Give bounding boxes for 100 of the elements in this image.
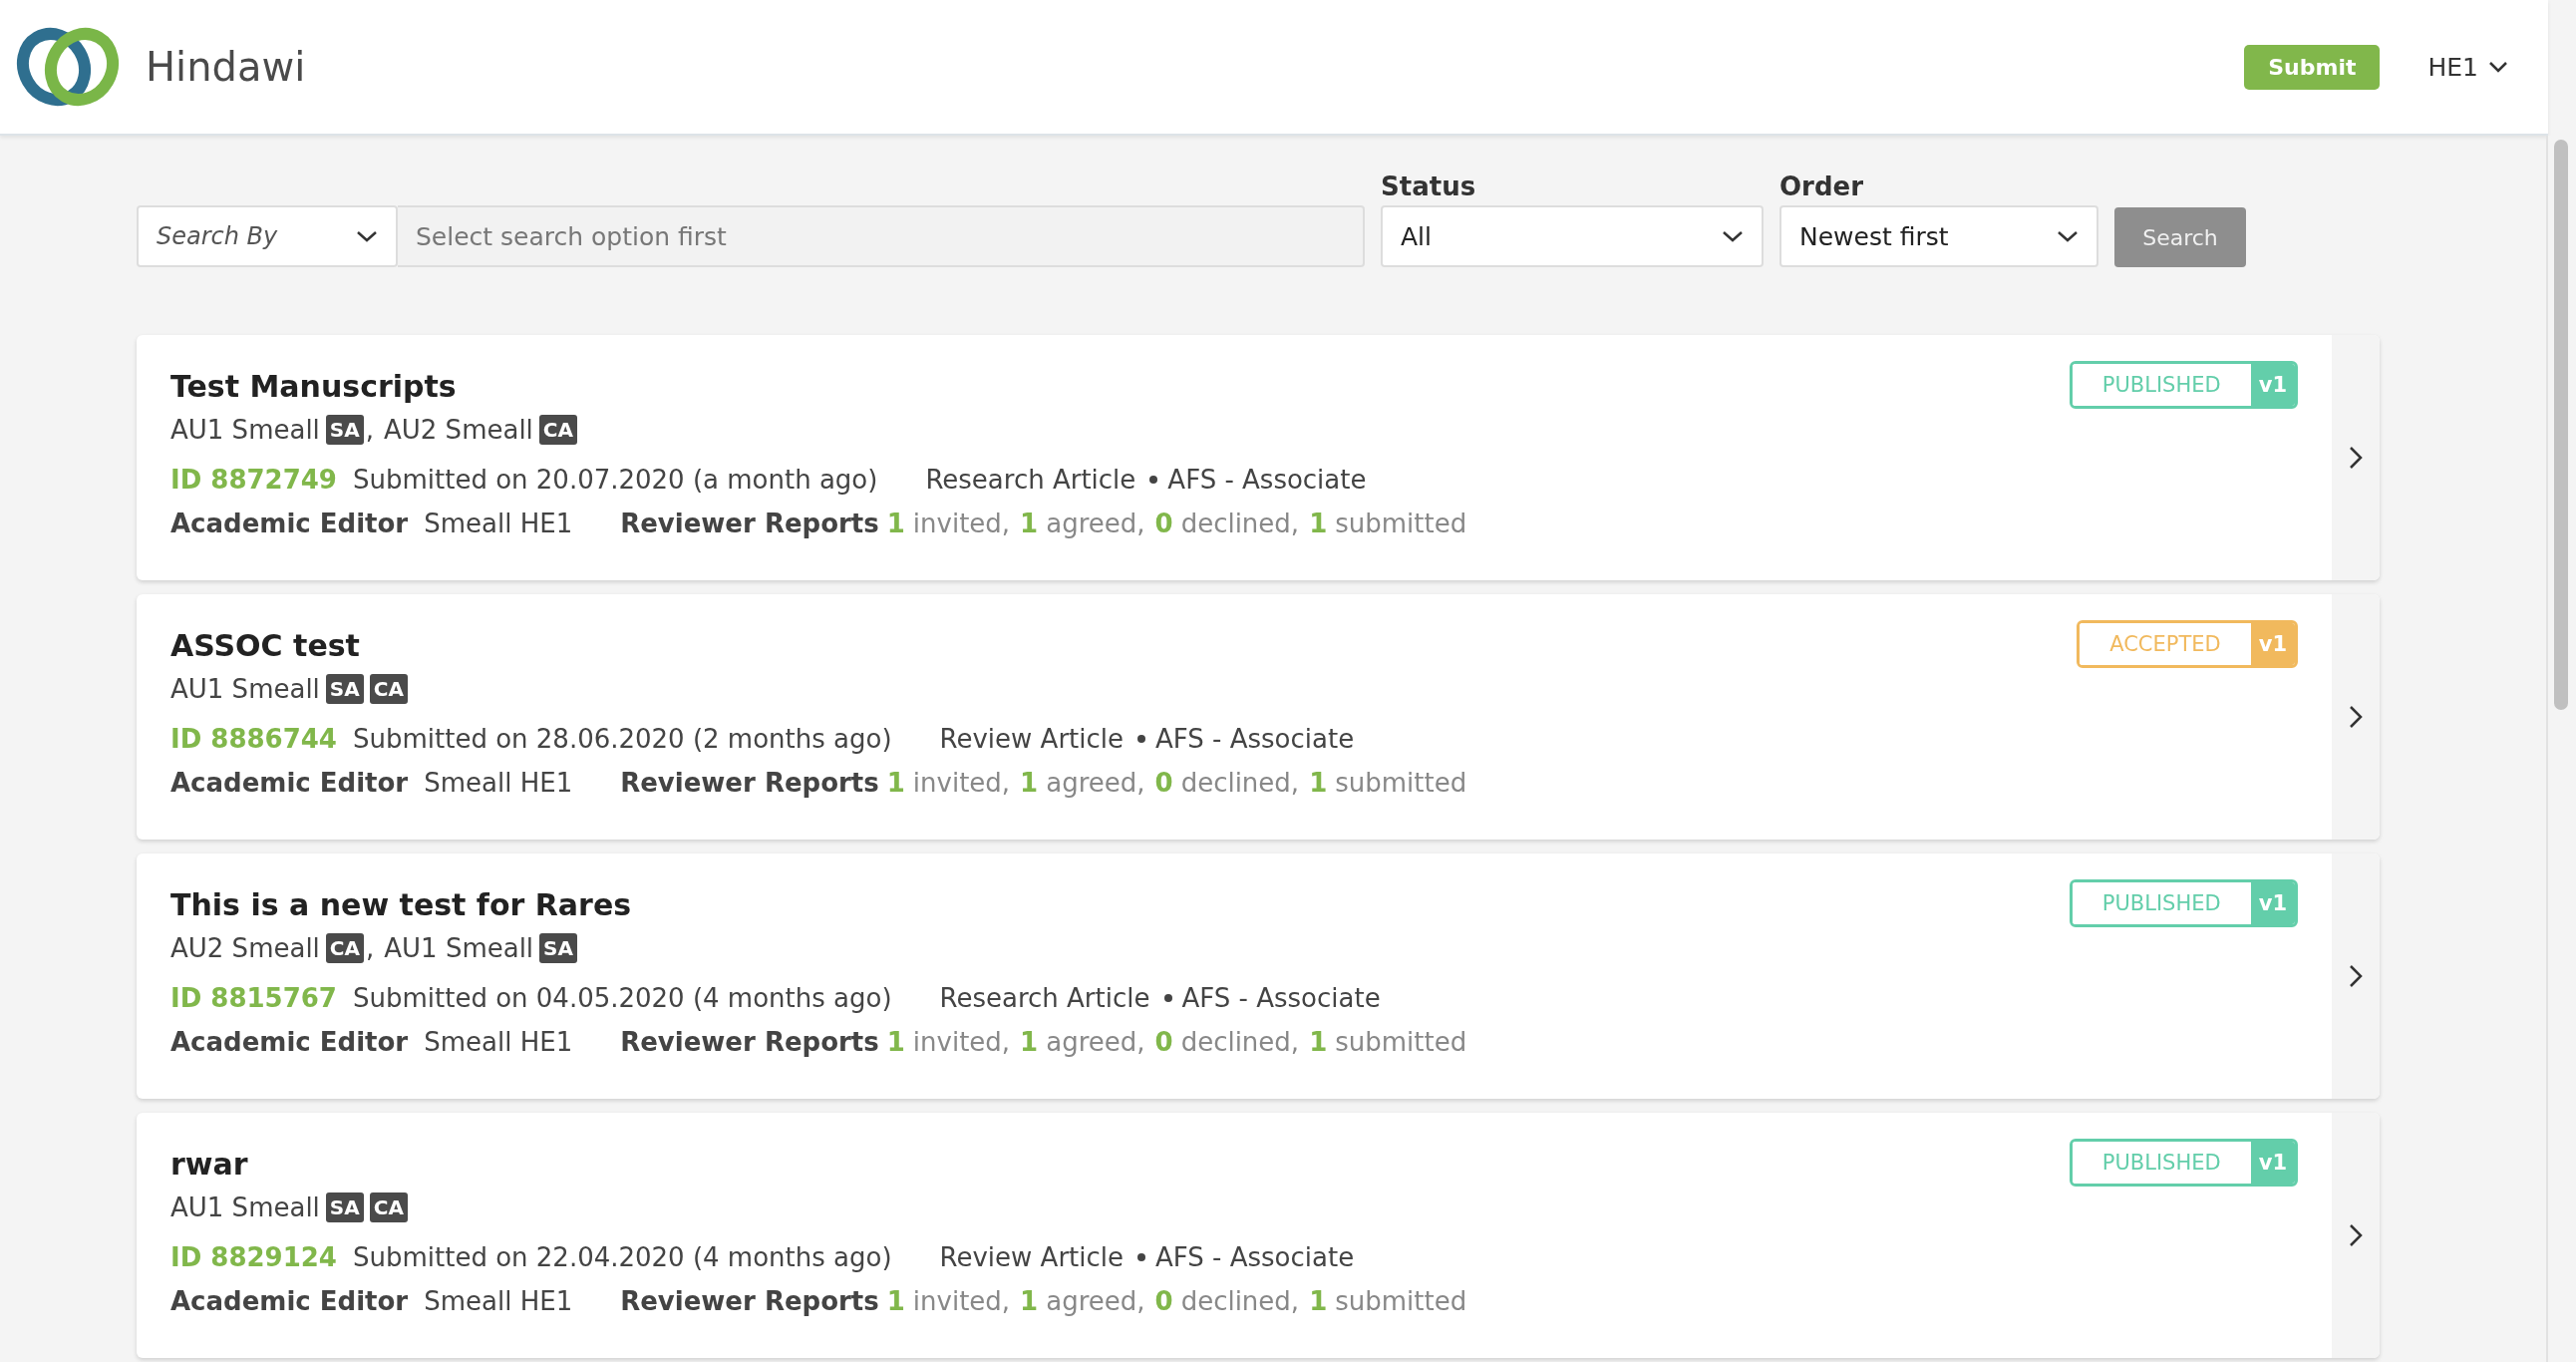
bullet-icon	[1137, 735, 1145, 743]
report-count-label: declined,	[1180, 1027, 1300, 1057]
report-count: 1	[1020, 1027, 1039, 1057]
manuscript-title: rwar	[170, 1147, 248, 1182]
chevron-right-icon[interactable]	[2349, 705, 2363, 729]
report-count-label: declined,	[1180, 768, 1300, 798]
report-count-label: submitted	[1335, 1027, 1467, 1057]
reviewer-reports-label: Reviewer Reports	[620, 1286, 879, 1316]
author-name: AU1 Smeall	[384, 933, 534, 963]
report-count-label: agreed,	[1046, 1027, 1145, 1057]
report-count: 1	[1309, 1027, 1328, 1057]
report-count: 0	[1154, 1286, 1173, 1316]
author-name: AU1 Smeall	[170, 674, 320, 704]
scrollbar-thumb[interactable]	[2554, 140, 2568, 710]
report-count: 1	[1309, 509, 1328, 538]
editor-name: Smeall HE1	[424, 1027, 573, 1057]
report-count-label: agreed,	[1046, 1286, 1145, 1316]
order-dropdown[interactable]: Newest first	[1779, 205, 2098, 267]
author-role-tag: SA	[325, 415, 364, 445]
author-role-tag: SA	[325, 1192, 364, 1222]
editor-label: Academic Editor	[170, 509, 409, 538]
version-label: v1	[2250, 1142, 2295, 1184]
bullet-icon	[1163, 994, 1172, 1002]
chevron-right-icon[interactable]	[2349, 1223, 2363, 1247]
section-name: AFS - Associate	[1167, 465, 1367, 495]
report-count: 1	[886, 509, 905, 538]
bullet-icon	[1137, 1253, 1145, 1261]
search-field[interactable]: Select search option first	[398, 205, 1365, 267]
author-role-tag: CA	[325, 933, 364, 963]
manuscript-id: ID 8815767	[170, 983, 337, 1013]
section-name: AFS - Associate	[1155, 1242, 1355, 1272]
report-count: 1	[1309, 1286, 1328, 1316]
report-count-label: invited,	[912, 509, 1011, 538]
report-count: 0	[1154, 1027, 1173, 1057]
manuscript-id: ID 8872749	[170, 465, 337, 495]
manuscript-title: ASSOC test	[170, 628, 360, 663]
author-name: AU2 Smeall	[170, 933, 320, 963]
separator: ,	[366, 933, 375, 963]
version-label: v1	[2250, 882, 2295, 924]
chevron-down-icon	[356, 229, 378, 243]
section-name: AFS - Associate	[1181, 983, 1381, 1013]
report-count: 0	[1154, 768, 1173, 798]
report-count-label: declined,	[1180, 1286, 1300, 1316]
report-count: 1	[1020, 509, 1039, 538]
bullet-icon	[1149, 476, 1158, 484]
chevron-down-icon	[2057, 229, 2079, 243]
author-role-tag: CA	[538, 415, 577, 445]
author-role-tag: SA	[539, 933, 577, 963]
chevron-right-icon[interactable]	[2349, 964, 2363, 988]
editor-name: Smeall HE1	[424, 1286, 573, 1316]
editor-label: Academic Editor	[170, 1286, 409, 1316]
article-type: Research Article	[939, 983, 1150, 1013]
report-count: 1	[886, 768, 905, 798]
editor-name: Smeall HE1	[424, 509, 573, 538]
submitted-date: Submitted on 20.07.2020 (a month ago)	[352, 465, 878, 495]
report-count: 0	[1154, 509, 1173, 538]
user-menu[interactable]: HE1	[2427, 52, 2508, 82]
editor-name: Smeall HE1	[424, 768, 573, 798]
report-count-label: submitted	[1335, 1286, 1467, 1316]
chevron-right-icon[interactable]	[2349, 446, 2363, 470]
manuscript-card[interactable]	[137, 1113, 2380, 1358]
status-dropdown[interactable]: All	[1381, 205, 1764, 267]
order-label: Order	[1779, 171, 1864, 201]
manuscript-card[interactable]	[137, 594, 2380, 840]
manuscript-card[interactable]	[137, 335, 2380, 580]
section-name: AFS - Associate	[1155, 724, 1355, 754]
report-count-label: submitted	[1335, 768, 1467, 798]
report-count-label: submitted	[1335, 509, 1467, 538]
reviewer-reports-label: Reviewer Reports	[620, 1027, 879, 1057]
report-count-label: invited,	[912, 1027, 1011, 1057]
manuscript-title: This is a new test for Rares	[170, 887, 632, 922]
report-count: 1	[1020, 1286, 1039, 1316]
editor-label: Academic Editor	[170, 768, 409, 798]
reviewer-reports-label: Reviewer Reports	[620, 768, 879, 798]
submitted-date: Submitted on 04.05.2020 (4 months ago)	[352, 983, 892, 1013]
author-name: AU1 Smeall	[170, 415, 320, 445]
author-role-tag: CA	[369, 674, 408, 704]
article-type: Review Article	[939, 724, 1124, 754]
chevron-down-icon	[2488, 60, 2508, 74]
submitted-date: Submitted on 28.06.2020 (2 months ago)	[352, 724, 892, 754]
author-name: AU1 Smeall	[170, 1192, 320, 1222]
manuscript-id: ID 8829124	[170, 1242, 337, 1272]
version-label: v1	[2250, 364, 2295, 406]
status-label: Status	[1381, 171, 1477, 201]
report-count: 1	[886, 1027, 905, 1057]
manuscript-title: Test Manuscripts	[170, 369, 457, 404]
brand-name[interactable]: Hindawi	[146, 44, 306, 90]
manuscript-card[interactable]	[137, 853, 2380, 1099]
article-type: Review Article	[939, 1242, 1124, 1272]
article-type: Research Article	[925, 465, 1136, 495]
chevron-down-icon	[1722, 229, 1744, 243]
report-count: 1	[886, 1286, 905, 1316]
version-label: v1	[2250, 623, 2295, 665]
search-by-dropdown[interactable]: Search By	[137, 205, 398, 267]
author-role-tag: CA	[369, 1192, 408, 1222]
report-count-label: agreed,	[1046, 768, 1145, 798]
separator: ,	[365, 415, 374, 445]
report-count-label: invited,	[912, 1286, 1011, 1316]
author-name: AU2 Smeall	[384, 415, 533, 445]
report-count: 1	[1020, 768, 1039, 798]
